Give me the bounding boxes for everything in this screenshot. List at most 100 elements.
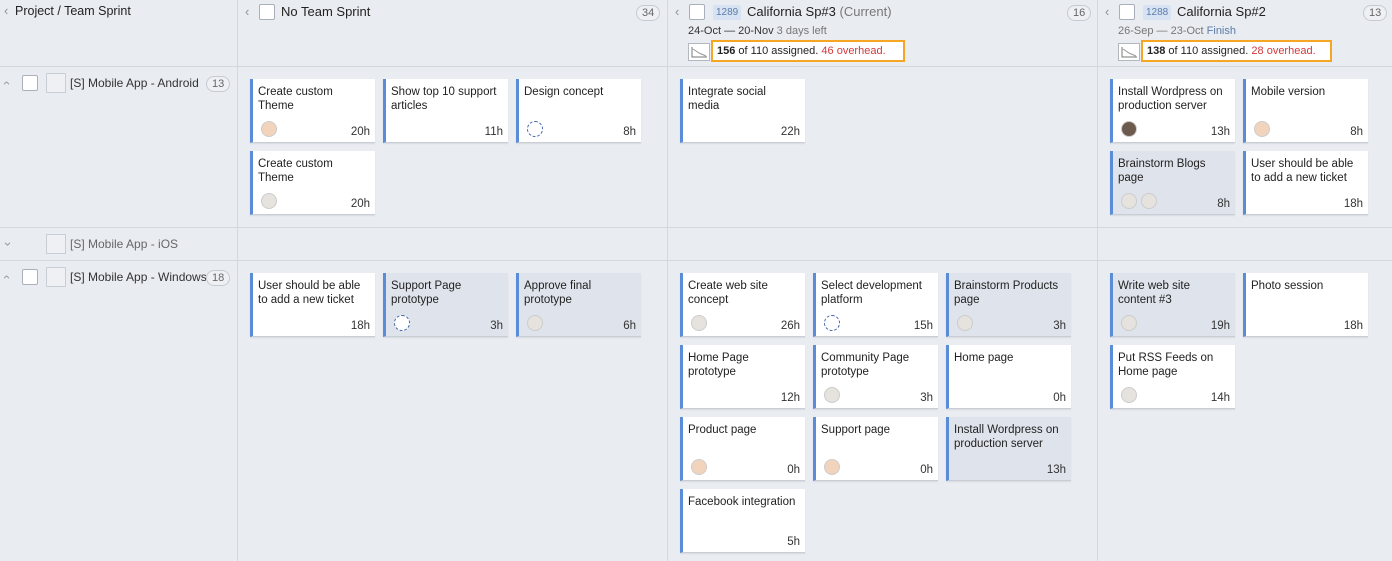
- sprint-id-badge: 1289: [713, 5, 742, 20]
- task-card[interactable]: Create custom Theme 20h: [250, 151, 375, 215]
- task-title: Facebook integration: [688, 496, 796, 508]
- row-divider: [0, 227, 1392, 228]
- task-card[interactable]: Show top 10 support articles 11h: [383, 79, 508, 143]
- select-checkbox[interactable]: [22, 75, 38, 91]
- chevron-down-icon[interactable]: ‹: [0, 242, 14, 246]
- chevron-left-icon[interactable]: ‹: [1105, 5, 1109, 19]
- task-card[interactable]: Facebook integration 5h: [680, 489, 805, 553]
- task-card[interactable]: Approve final prototype 6h: [516, 273, 641, 337]
- task-hours: 0h: [1053, 392, 1066, 404]
- burndown-chart-icon[interactable]: [688, 43, 710, 61]
- select-checkbox[interactable]: [259, 4, 275, 20]
- task-title: Create custom Theme: [258, 86, 333, 112]
- sprint-dates: 26-Sep — 23-Oct Finish: [1118, 25, 1236, 37]
- task-title: User should be able to add a new ticket: [258, 280, 361, 306]
- task-card[interactable]: Create custom Theme 20h: [250, 79, 375, 143]
- task-title: Approve final prototype: [524, 280, 592, 306]
- assigned-hours: 138: [1147, 45, 1166, 57]
- task-card[interactable]: Brainstorm Blogs page 8h: [1110, 151, 1235, 215]
- task-title: Show top 10 support articles: [391, 86, 497, 112]
- sprint-date-range: 26-Sep — 23-Oct: [1118, 25, 1204, 37]
- task-card[interactable]: User should be able to add a new ticket 1…: [1243, 151, 1368, 215]
- task-title: Product page: [688, 424, 757, 436]
- task-title: Community Page prototype: [821, 352, 910, 378]
- task-card[interactable]: Home page 0h: [946, 345, 1071, 409]
- select-checkbox[interactable]: [1119, 4, 1135, 20]
- task-hours: 8h: [623, 126, 636, 138]
- capacity-summary: 138 of 110 assigned. 28 overhead.: [1141, 40, 1332, 62]
- row-title[interactable]: [S] Mobile App - iOS: [70, 237, 230, 251]
- task-title: Select development platform: [821, 280, 923, 306]
- task-card[interactable]: Support Page prototype 3h: [383, 273, 508, 337]
- task-card[interactable]: Mobile version 8h: [1243, 79, 1368, 143]
- task-title: Support page: [821, 424, 891, 436]
- task-card[interactable]: Install Wordpress on production server 13…: [946, 417, 1071, 481]
- task-hours: 3h: [490, 320, 503, 332]
- task-hours: 3h: [1053, 320, 1066, 332]
- task-card[interactable]: User should be able to add a new ticket 1…: [250, 273, 375, 337]
- select-checkbox[interactable]: [22, 269, 38, 285]
- avatar: [1121, 315, 1137, 331]
- task-hours: 15h: [913, 320, 933, 332]
- task-card[interactable]: Install Wordpress on production server 13…: [1110, 79, 1235, 143]
- sprint-status-link[interactable]: Finish: [1207, 25, 1236, 37]
- chevron-left-icon[interactable]: ‹: [4, 4, 8, 18]
- capacity-text: of 110 assigned.: [738, 45, 819, 57]
- row-divider: [0, 260, 1392, 261]
- avatar: [1121, 387, 1137, 403]
- task-title: User should be able to add a new ticket: [1251, 158, 1354, 184]
- task-hours: 22h: [780, 126, 800, 138]
- task-card[interactable]: Support page 0h: [813, 417, 938, 481]
- row-title[interactable]: [S] Mobile App - Android: [70, 76, 206, 90]
- capacity-text: of 110 assigned.: [1168, 45, 1249, 57]
- task-card[interactable]: Select development platform 15h: [813, 273, 938, 337]
- task-title: Home page: [954, 352, 1014, 364]
- task-card[interactable]: Brainstorm Products page 3h: [946, 273, 1071, 337]
- task-hours: 18h: [350, 320, 370, 332]
- task-card[interactable]: Put RSS Feeds on Home page 14h: [1110, 345, 1235, 409]
- avatar: [957, 315, 973, 331]
- task-card[interactable]: Create web site concept 26h: [680, 273, 805, 337]
- task-hours: 19h: [1210, 320, 1230, 332]
- task-card[interactable]: Home Page prototype 12h: [680, 345, 805, 409]
- chevron-left-icon[interactable]: ‹: [675, 5, 679, 19]
- sprint-count: 16: [1067, 5, 1092, 21]
- sprint-title: California Sp#2: [1177, 4, 1266, 19]
- task-title: Photo session: [1251, 280, 1324, 292]
- avatar: [824, 315, 840, 331]
- task-title: Install Wordpress on production server: [954, 424, 1059, 450]
- task-title: Integrate social media: [688, 86, 766, 112]
- task-card[interactable]: Write web site content #3 19h: [1110, 273, 1235, 337]
- chevron-up-icon[interactable]: ‹: [0, 81, 15, 85]
- select-checkbox[interactable]: [689, 4, 705, 20]
- sprint-current-label: (Current): [839, 4, 892, 19]
- sprint-title-text: California Sp#3: [747, 4, 836, 19]
- chevron-up-icon[interactable]: ‹: [0, 275, 15, 279]
- task-hours: 6h: [623, 320, 636, 332]
- task-hours: 12h: [780, 392, 800, 404]
- task-card[interactable]: Integrate social media 22h: [680, 79, 805, 143]
- task-hours: 13h: [1210, 126, 1230, 138]
- sprint-dates: 24-Oct — 20-Nov 3 days left: [688, 25, 827, 37]
- task-hours: 11h: [484, 126, 503, 138]
- task-hours: 14h: [1210, 392, 1230, 404]
- burndown-chart-icon[interactable]: [1118, 43, 1140, 61]
- task-card[interactable]: Design concept 8h: [516, 79, 641, 143]
- header-divider: [0, 66, 1392, 67]
- chevron-left-icon[interactable]: ‹: [245, 5, 249, 19]
- task-title: Brainstorm Products page: [954, 280, 1059, 306]
- row-title[interactable]: [S] Mobile App - Windows: [70, 270, 206, 284]
- task-title: Put RSS Feeds on Home page: [1118, 352, 1214, 378]
- task-title: Support Page prototype: [391, 280, 462, 306]
- avatar: [691, 315, 707, 331]
- task-title: Create web site concept: [688, 280, 768, 306]
- task-title: Write web site content #3: [1118, 280, 1191, 306]
- avatar: [691, 459, 707, 475]
- task-card[interactable]: Community Page prototype 3h: [813, 345, 938, 409]
- avatar: [1141, 193, 1157, 209]
- task-card[interactable]: Product page 0h: [680, 417, 805, 481]
- task-hours: 20h: [350, 198, 370, 210]
- task-card[interactable]: Photo session 18h: [1243, 273, 1368, 337]
- assigned-hours: 156: [717, 45, 736, 57]
- sprint-id-badge: 1288: [1143, 5, 1172, 20]
